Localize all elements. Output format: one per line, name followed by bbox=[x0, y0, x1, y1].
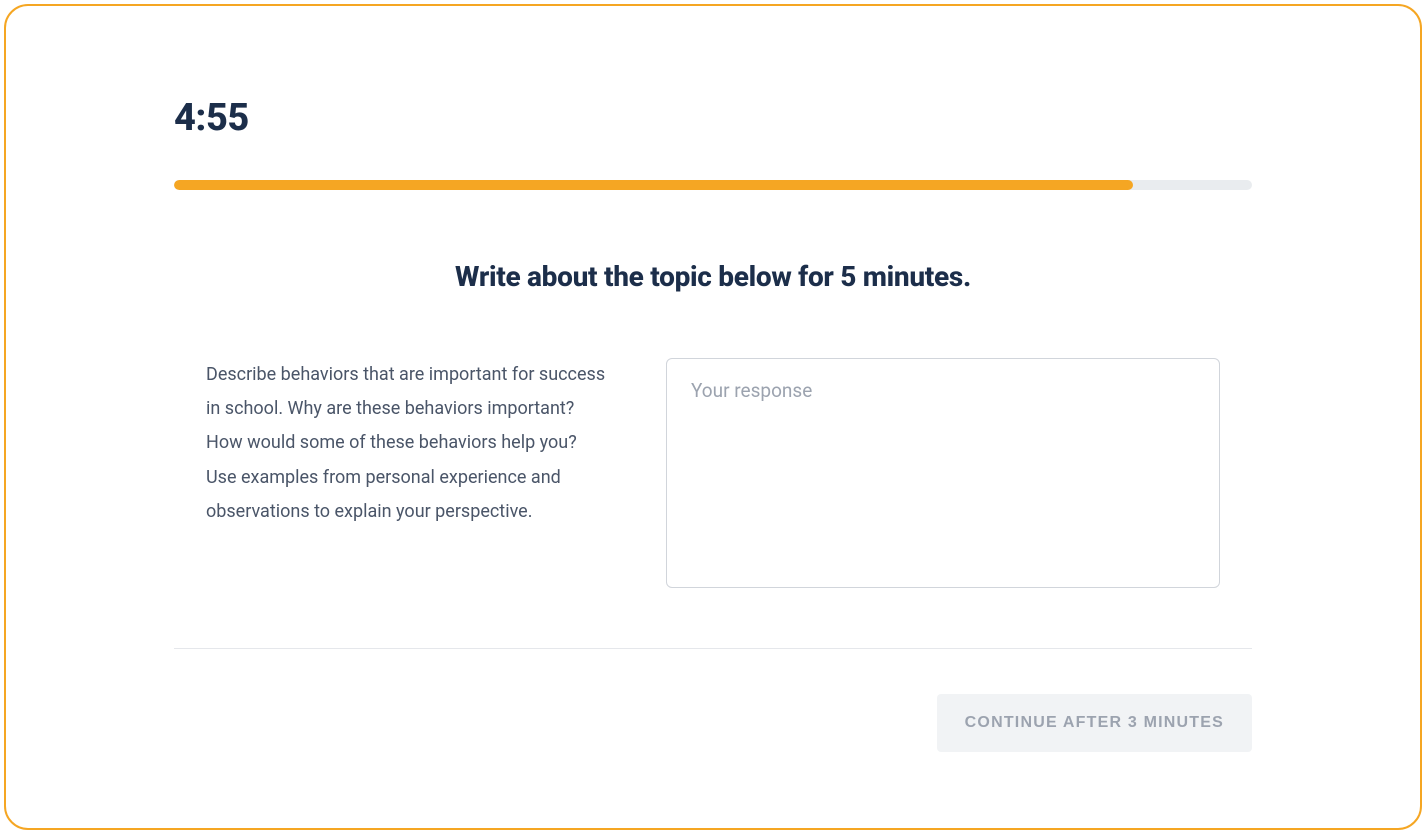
writing-prompt-text: Describe behaviors that are important fo… bbox=[206, 358, 606, 588]
continue-button[interactable]: CONTINUE AFTER 3 MINUTES bbox=[937, 694, 1252, 752]
content-row: Describe behaviors that are important fo… bbox=[174, 358, 1252, 588]
progress-bar-track bbox=[174, 180, 1252, 190]
divider bbox=[174, 648, 1252, 649]
progress-bar-fill bbox=[174, 180, 1133, 190]
response-textarea[interactable] bbox=[666, 358, 1220, 588]
instruction-heading: Write about the topic below for 5 minute… bbox=[174, 260, 1252, 293]
button-row: CONTINUE AFTER 3 MINUTES bbox=[174, 694, 1252, 752]
exercise-container: 4:55 Write about the topic below for 5 m… bbox=[4, 4, 1422, 830]
timer-display: 4:55 bbox=[174, 96, 1252, 140]
